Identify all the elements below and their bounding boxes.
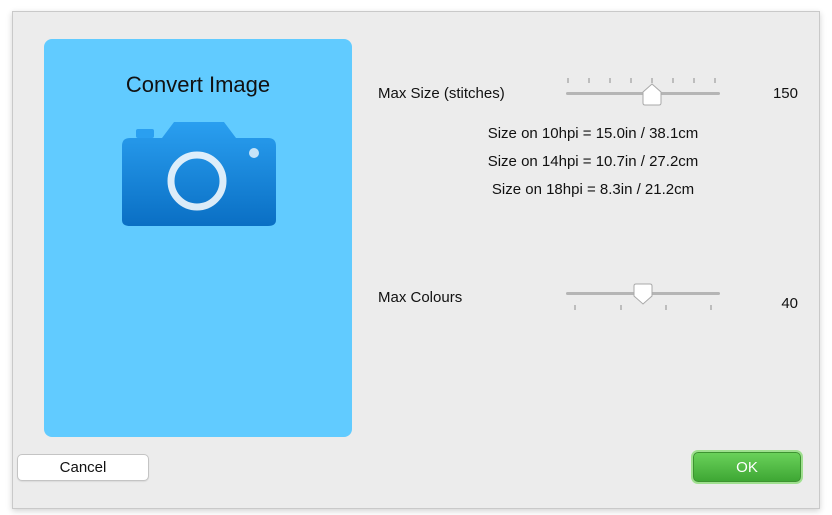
cancel-button[interactable]: Cancel <box>17 454 149 481</box>
max-size-label: Max Size (stitches) <box>378 85 505 102</box>
max-size-value: 150 <box>772 85 798 102</box>
max-colours-label: Max Colours <box>378 289 463 306</box>
max-colours-value: 40 <box>781 295 798 312</box>
size-14hpi: Size on 14hpi = 10.7in / 27.2cm <box>487 153 699 170</box>
image-preview-panel[interactable]: Convert Image <box>44 39 352 437</box>
size-10hpi: Size on 10hpi = 15.0in / 38.1cm <box>487 125 699 142</box>
panel-title: Convert Image <box>125 72 271 97</box>
convert-image-dialog: Convert Image Max Size (stitches) 150 Si <box>12 11 820 509</box>
max-colours-slider[interactable] <box>563 282 723 316</box>
max-size-slider[interactable] <box>563 74 723 106</box>
ok-button[interactable]: OK <box>693 452 801 482</box>
size-18hpi: Size on 18hpi = 8.3in / 21.2cm <box>491 181 695 198</box>
camera-icon <box>122 122 276 226</box>
